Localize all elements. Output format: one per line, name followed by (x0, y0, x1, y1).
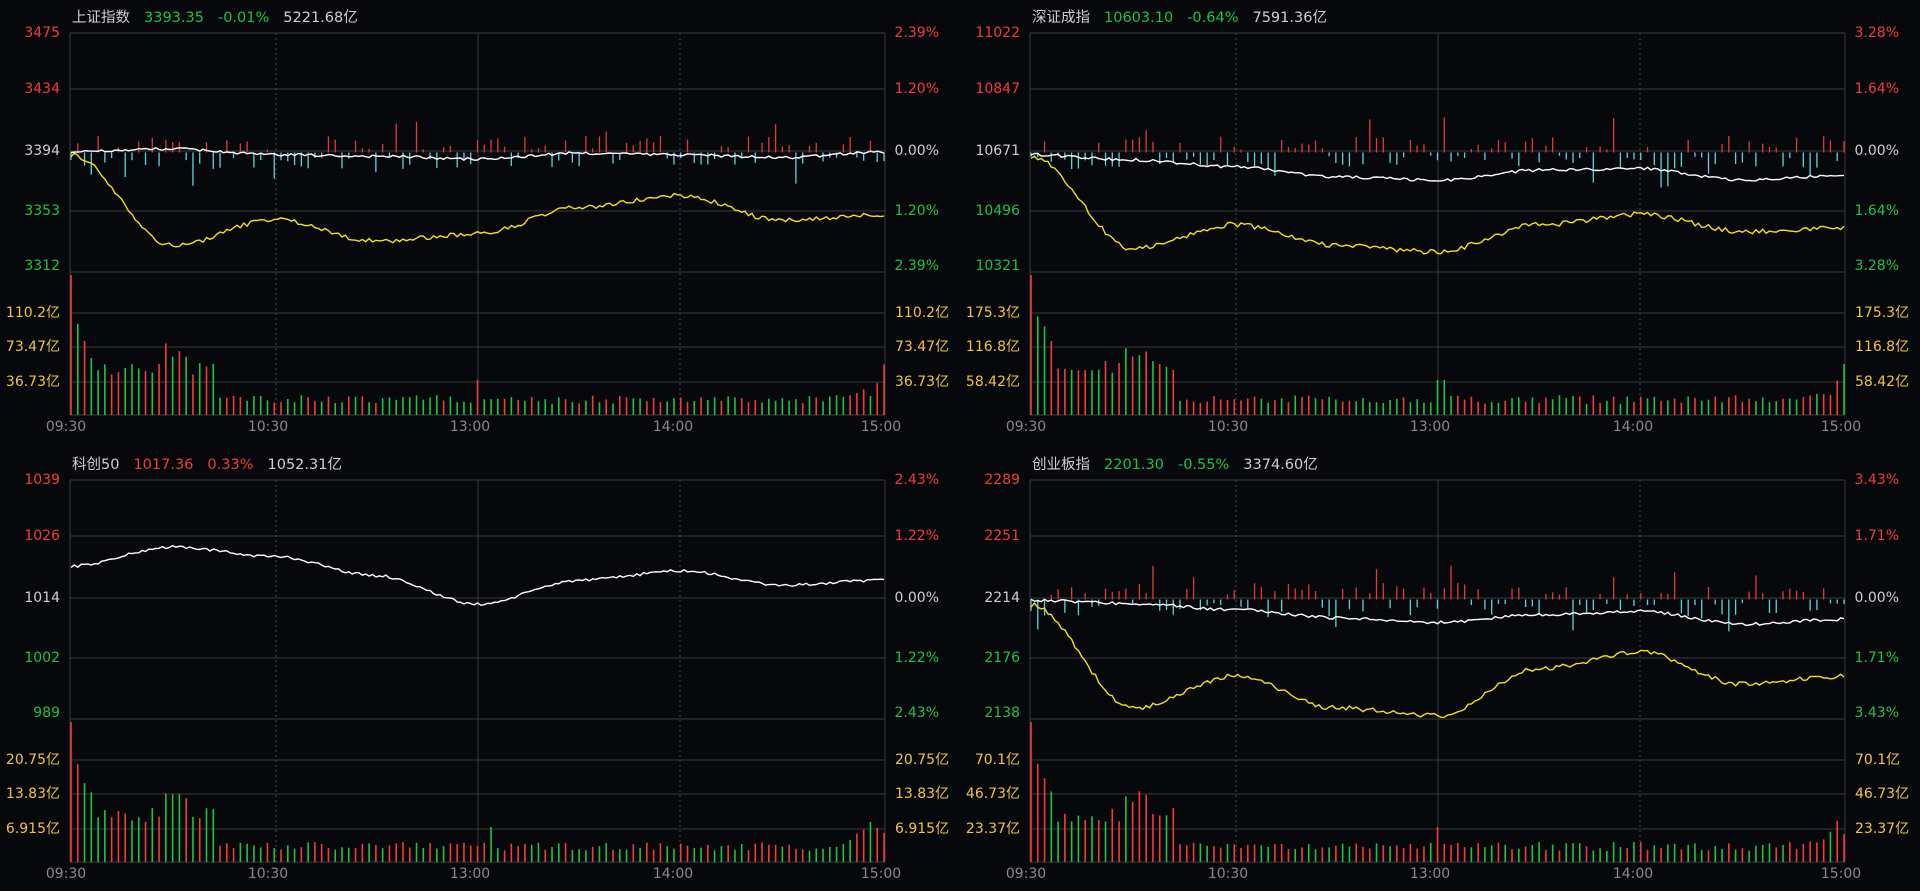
price-tick-label: 3353 (24, 203, 60, 219)
volume-tick-label: 58.42亿 (1855, 374, 1909, 390)
volume-tick-label: 110.2亿 (6, 305, 60, 321)
time-tick-label: 15:00 (1821, 866, 1861, 882)
time-tick-label: 10:30 (1208, 419, 1248, 435)
intraday-chart: 11022 10847 10671 10496 10321 3.28% 1.64% 0.00%… (966, 25, 1909, 435)
percent-tick-label: 1.20% (895, 81, 939, 97)
volume-tick-label: 36.73亿 (895, 374, 949, 390)
percent-tick-label: 3.28% (1855, 25, 1899, 41)
price-tick-label: 3475 (24, 25, 60, 41)
volume-tick-label: 110.2亿 (895, 305, 949, 321)
percent-tick-label: 2.39% (895, 258, 939, 274)
time-tick-label: 09:30 (1006, 866, 1046, 882)
time-tick-label: 15:00 (861, 866, 901, 882)
volume-tick-label: 116.8亿 (966, 339, 1020, 355)
price-tick-label: 1039 (24, 472, 60, 488)
volume-tick-label: 13.83亿 (895, 786, 949, 802)
price-tick-label: 2138 (984, 705, 1020, 721)
volume-tick-label: 6.915亿 (6, 821, 60, 837)
volume-tick-label: 58.42亿 (966, 374, 1020, 390)
percent-tick-label: 1.22% (895, 650, 939, 666)
price-tick-label: 3434 (24, 81, 60, 97)
time-tick-label: 13:00 (1410, 419, 1450, 435)
time-tick-label: 09:30 (1006, 419, 1046, 435)
volume-tick-label: 70.1亿 (975, 752, 1020, 768)
volume-tick-label: 13.83亿 (6, 786, 60, 802)
time-tick-label: 10:30 (1208, 866, 1248, 882)
volume-tick-label: 73.47亿 (895, 339, 949, 355)
percent-tick-label: 1.22% (895, 528, 939, 544)
price-tick-label: 2251 (984, 528, 1020, 544)
volume-tick-label: 6.915亿 (895, 821, 949, 837)
index-panel[interactable]: 深证成指 10603.10 -0.64% 7591.36亿 11022 10847 1067… (960, 0, 1918, 443)
volume-tick-label: 73.47亿 (6, 339, 60, 355)
percent-tick-label: 3.43% (1855, 705, 1899, 721)
volume-tick-label: 23.37亿 (1855, 821, 1909, 837)
index-panel[interactable]: 上证指数 3393.35 -0.01% 5221.68亿 3475 3434 3394 335… (0, 0, 958, 443)
time-tick-label: 09:30 (46, 866, 86, 882)
time-tick-label: 14:00 (1613, 866, 1653, 882)
price-tick-label: 2289 (984, 472, 1020, 488)
volume-tick-label: 36.73亿 (6, 374, 60, 390)
price-tick-label: 1002 (24, 650, 60, 666)
percent-tick-label: 0.00% (895, 590, 939, 606)
price-tick-label: 1026 (24, 528, 60, 544)
volume-tick-label: 23.37亿 (966, 821, 1020, 837)
time-tick-label: 15:00 (1821, 419, 1861, 435)
price-tick-label: 3312 (24, 258, 60, 274)
index-dashboard: 上证指数 3393.35 -0.01% 5221.68亿 3475 3434 3394 335… (0, 0, 1920, 891)
intraday-chart: 2289 2251 2214 2176 2138 3.43% 1.71% 0.00% 1.71%… (966, 472, 1909, 882)
price-tick-label: 10496 (975, 203, 1020, 219)
volume-tick-label: 116.8亿 (1855, 339, 1909, 355)
percent-tick-label: 1.64% (1855, 203, 1899, 219)
percent-tick-label: 0.00% (895, 143, 939, 159)
time-tick-label: 09:30 (46, 419, 86, 435)
price-tick-label: 3394 (24, 143, 60, 159)
time-tick-label: 15:00 (861, 419, 901, 435)
volume-tick-label: 20.75亿 (895, 752, 949, 768)
percent-tick-label: 0.00% (1855, 590, 1899, 606)
index-panel[interactable]: 科创50 1017.36 0.33% 1052.31亿 1039 1026 1014 1002… (0, 447, 958, 890)
time-tick-label: 13:00 (450, 866, 490, 882)
percent-tick-label: 1.20% (895, 203, 939, 219)
index-panel[interactable]: 创业板指 2201.30 -0.55% 3374.60亿 2289 2251 2214 217… (960, 447, 1918, 890)
percent-tick-label: 0.00% (1855, 143, 1899, 159)
volume-tick-label: 175.3亿 (966, 305, 1020, 321)
percent-tick-label: 1.71% (1855, 650, 1899, 666)
price-tick-label: 10321 (975, 258, 1020, 274)
time-tick-label: 13:00 (450, 419, 490, 435)
percent-tick-label: 2.43% (895, 472, 939, 488)
volume-tick-label: 70.1亿 (1855, 752, 1900, 768)
time-tick-label: 14:00 (653, 866, 693, 882)
time-tick-label: 10:30 (248, 419, 288, 435)
time-tick-label: 14:00 (1613, 419, 1653, 435)
percent-tick-label: 3.43% (1855, 472, 1899, 488)
time-tick-label: 10:30 (248, 866, 288, 882)
volume-tick-label: 46.73亿 (1855, 786, 1909, 802)
volume-tick-label: 20.75亿 (6, 752, 60, 768)
percent-tick-label: 2.39% (895, 25, 939, 41)
percent-tick-label: 3.28% (1855, 258, 1899, 274)
price-tick-label: 2214 (984, 590, 1020, 606)
price-tick-label: 11022 (975, 25, 1020, 41)
volume-tick-label: 175.3亿 (1855, 305, 1909, 321)
price-tick-label: 2176 (984, 650, 1020, 666)
price-tick-label: 989 (33, 705, 60, 721)
percent-tick-label: 1.64% (1855, 81, 1899, 97)
time-tick-label: 14:00 (653, 419, 693, 435)
price-tick-label: 10847 (975, 81, 1020, 97)
price-tick-label: 1014 (24, 590, 60, 606)
intraday-chart: 3475 3434 3394 3353 3312 2.39% 1.20% 0.00% 1.20%… (6, 25, 949, 435)
percent-tick-label: 1.71% (1855, 528, 1899, 544)
percent-tick-label: 2.43% (895, 705, 939, 721)
intraday-chart: 1039 1026 1014 1002 989 2.43% 1.22% 0.00% 1.22% 2… (6, 472, 949, 882)
volume-tick-label: 46.73亿 (966, 786, 1020, 802)
price-tick-label: 10671 (975, 143, 1020, 159)
time-tick-label: 13:00 (1410, 866, 1450, 882)
